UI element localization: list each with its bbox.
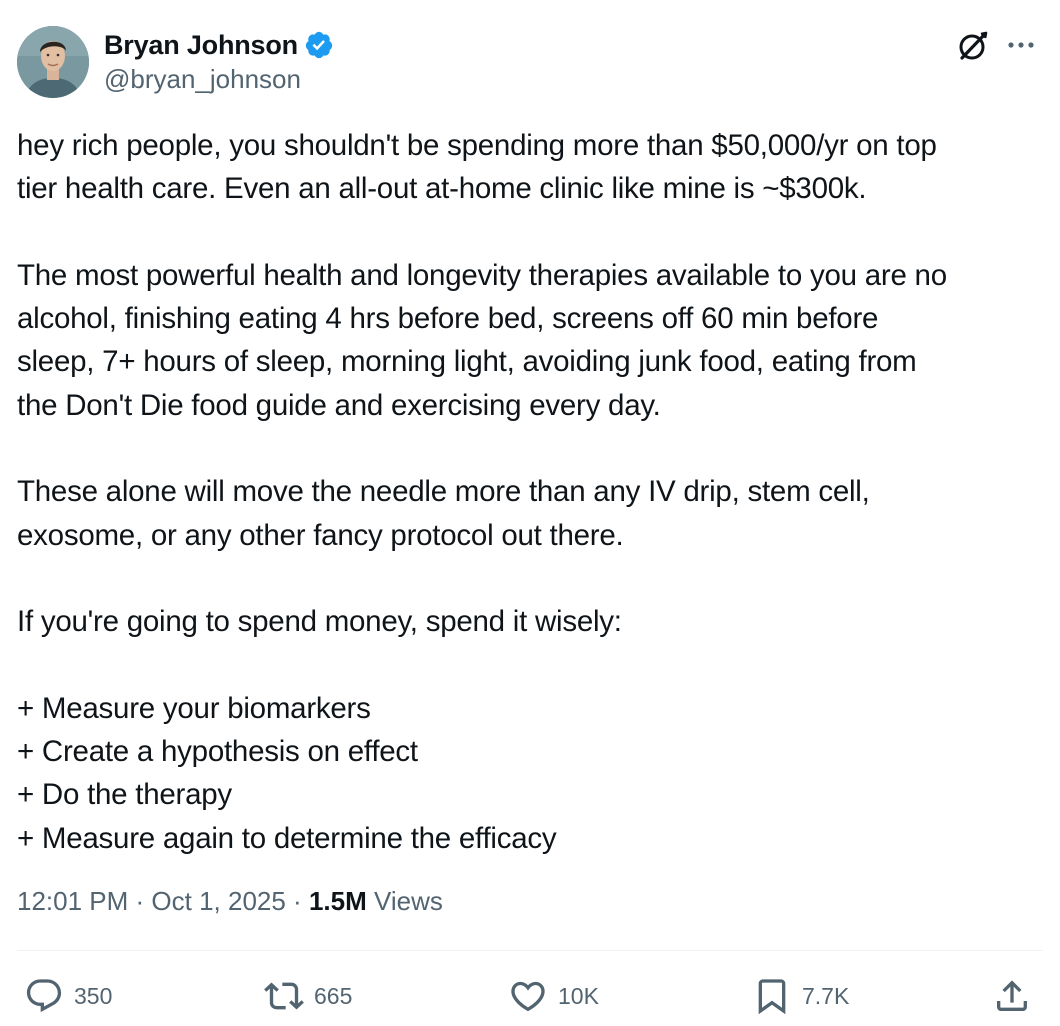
views-count[interactable]: 1.5M [309, 886, 367, 916]
reply-count: 350 [74, 982, 113, 1009]
tweet-line: tier health care. Even an all-out at-hom… [17, 172, 867, 206]
tweet-line: The most powerful health and longevity t… [17, 258, 947, 292]
tweet-paragraph: If you're going to spend money, spend it… [17, 600, 1047, 643]
tweet-paragraph: These alone will move the needle more th… [17, 470, 1047, 557]
repost-icon [264, 976, 304, 1016]
bookmark-count: 7.7K [802, 982, 850, 1009]
author-name-row: Bryan Johnson [104, 28, 334, 62]
tweet: Bryan Johnson @bryan_johnson hey rich pe… [0, 0, 1060, 1026]
repost-button[interactable]: 665 [264, 976, 352, 1016]
tweet-line: hey rich people, you shouldn't be spendi… [17, 129, 937, 162]
divider [17, 950, 1043, 951]
heart-icon [508, 976, 548, 1016]
like-button[interactable]: 10K [508, 976, 599, 1016]
share-icon [992, 976, 1032, 1016]
tweet-line: These alone will move the needle more th… [17, 475, 870, 509]
bookmark-icon [752, 976, 792, 1016]
tweet-line: + Measure your biomarkers [17, 691, 371, 725]
tweet-paragraph: The most powerful health and longevity t… [17, 254, 1047, 427]
tweet-paragraph: + Measure your biomarkers + Create a hyp… [17, 687, 1047, 860]
verified-badge-icon[interactable] [304, 30, 334, 60]
reply-button[interactable]: 350 [24, 976, 112, 1016]
repost-count: 665 [314, 982, 353, 1009]
tweet-meta: 12:01 PM · Oct 1, 2025 · 1.5M Views [17, 886, 443, 917]
author-handle[interactable]: @bryan_johnson [104, 64, 301, 95]
tweet-text: hey rich people, you shouldn't be spendi… [17, 124, 1047, 860]
meta-separator: · [285, 886, 309, 916]
tweet-time[interactable]: 12:01 PM [17, 886, 128, 916]
reply-icon [24, 976, 64, 1016]
avatar[interactable] [17, 26, 89, 98]
tweet-line: sleep, 7+ hours of sleep, morning light,… [17, 345, 917, 379]
more-icon[interactable] [1003, 30, 1039, 60]
tweet-line: If you're going to spend money, spend it… [17, 605, 622, 639]
tweet-line: + Measure again to determine the efficac… [17, 821, 557, 855]
grok-icon[interactable] [955, 28, 991, 64]
meta-separator: · [128, 886, 152, 916]
like-count: 10K [558, 982, 599, 1009]
author-display-name[interactable]: Bryan Johnson [104, 30, 298, 61]
avatar-photo [17, 26, 89, 98]
tweet-line: + Do the therapy [17, 778, 232, 812]
tweet-date[interactable]: Oct 1, 2025 [151, 886, 285, 916]
tweet-paragraph: hey rich people, you shouldn't be spendi… [17, 124, 1047, 211]
tweet-line: alcohol, finishing eating 4 hrs before b… [17, 302, 879, 336]
tweet-line: exosome, or any other fancy protocol out… [17, 518, 624, 552]
share-button[interactable] [992, 976, 1032, 1016]
tweet-line: the Don't Die food guide and exercising … [17, 388, 661, 422]
tweet-line: + Create a hypothesis on effect [17, 735, 418, 769]
views-label: Views [366, 886, 443, 916]
bookmark-button[interactable]: 7.7K [752, 976, 849, 1016]
